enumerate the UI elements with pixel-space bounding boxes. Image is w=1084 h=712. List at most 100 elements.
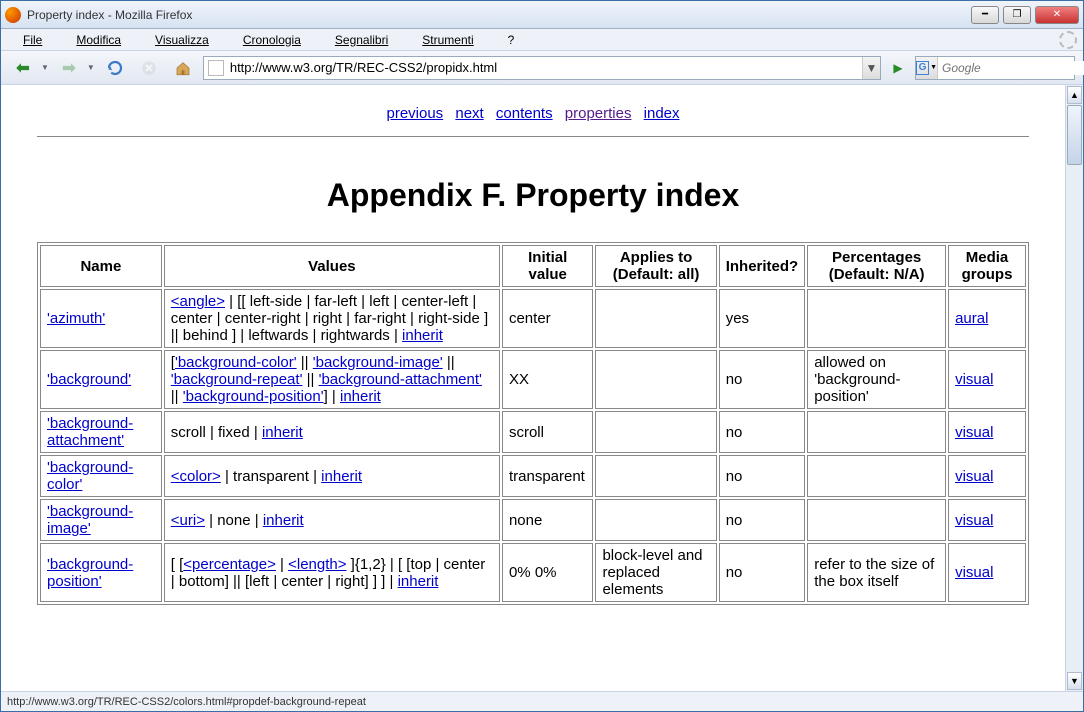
table-header-0: Name — [40, 245, 162, 287]
inherited-cell: no — [719, 499, 806, 541]
site-identity-icon[interactable] — [208, 60, 224, 76]
back-button[interactable]: ⬅ — [9, 54, 37, 82]
value-link[interactable]: 'background-color' — [175, 354, 297, 371]
table-header-4: Inherited? — [719, 245, 806, 287]
value-link[interactable]: inherit — [321, 468, 362, 485]
url-dropdown[interactable]: ▼ — [862, 57, 880, 79]
menu-segnalibri[interactable]: Segnalibri — [319, 31, 404, 49]
table-row: 'background' ['background-color' || 'back… — [40, 350, 1026, 409]
link-previous[interactable]: previous — [386, 105, 443, 122]
value-link[interactable]: 'background-attachment' — [319, 371, 482, 388]
media-link[interactable]: visual — [955, 371, 993, 388]
value-link[interactable]: inherit — [262, 424, 303, 441]
window-controls: ━ ❐ ✕ — [971, 6, 1079, 24]
reload-button[interactable] — [101, 54, 129, 82]
forward-button: ➡ — [55, 54, 83, 82]
value-link[interactable]: 'background-image' — [313, 354, 443, 371]
value-link[interactable]: inherit — [402, 327, 443, 344]
menu-help[interactable]: ? — [492, 31, 531, 49]
link-index[interactable]: index — [644, 105, 680, 122]
value-link[interactable]: <length> — [288, 556, 346, 573]
value-link[interactable]: <percentage> — [183, 556, 276, 573]
percentages-cell — [807, 411, 946, 453]
browser-window: Property index - Mozilla Firefox ━ ❐ ✕ F… — [0, 0, 1084, 712]
applies-cell — [595, 455, 716, 497]
link-next[interactable]: next — [455, 105, 483, 122]
inherited-cell: yes — [719, 289, 806, 348]
values-cell: <uri> | none | inherit — [164, 499, 500, 541]
initial-cell: 0% 0% — [502, 543, 594, 602]
value-link[interactable]: <uri> — [171, 512, 205, 529]
scroll-thumb[interactable] — [1067, 105, 1082, 165]
value-link[interactable]: inherit — [340, 388, 381, 405]
table-body: 'azimuth'<angle> | [[ left-side | far-le… — [40, 289, 1026, 602]
nav-toolbar: ⬅ ▼ ➡ ▼ ▼ ▶ G▼ — [1, 51, 1083, 85]
value-link[interactable]: 'background-repeat' — [171, 371, 303, 388]
search-input[interactable] — [938, 61, 1084, 75]
link-properties[interactable]: properties — [565, 105, 632, 122]
value-link[interactable]: <angle> — [171, 293, 225, 310]
percentages-cell — [807, 289, 946, 348]
url-input[interactable] — [228, 57, 862, 79]
go-button[interactable]: ▶ — [887, 57, 909, 79]
table-header-5: Percentages(Default: N/A) — [807, 245, 946, 287]
stop-button — [135, 54, 163, 82]
inherited-cell: no — [719, 350, 806, 409]
table-row: 'background-image' <uri> | none | inherit… — [40, 499, 1026, 541]
maximize-button[interactable]: ❐ — [1003, 6, 1031, 24]
property-name-link[interactable]: 'azimuth' — [47, 310, 105, 327]
value-link[interactable]: inherit — [263, 512, 304, 529]
value-link[interactable]: 'background-position' — [183, 388, 324, 405]
menu-file[interactable]: File — [7, 31, 58, 49]
property-name-link[interactable]: 'background' — [47, 371, 131, 388]
percentages-cell — [807, 455, 946, 497]
minimize-button[interactable]: ━ — [971, 6, 999, 24]
values-cell: [ [<percentage> | <length> ]{1,2} | [ [t… — [164, 543, 500, 602]
status-text: http://www.w3.org/TR/REC-CSS2/colors.htm… — [7, 696, 366, 708]
home-button[interactable] — [169, 54, 197, 82]
value-link[interactable]: <color> — [171, 468, 221, 485]
scroll-down-button[interactable]: ▼ — [1067, 672, 1082, 690]
property-name-link[interactable]: 'background-color' — [47, 459, 133, 493]
link-contents[interactable]: contents — [496, 105, 553, 122]
property-name-link[interactable]: 'background-attachment' — [47, 415, 133, 449]
table-header-row: NameValuesInitial valueApplies to(Defaul… — [40, 245, 1026, 287]
scroll-track[interactable] — [1066, 105, 1083, 671]
media-link[interactable]: visual — [955, 512, 993, 529]
inherited-cell: no — [719, 411, 806, 453]
inherited-cell: no — [719, 455, 806, 497]
firefox-icon — [5, 7, 21, 23]
forward-dropdown[interactable]: ▼ — [87, 63, 95, 72]
percentages-cell: allowed on 'background-position' — [807, 350, 946, 409]
applies-cell — [595, 411, 716, 453]
menu-cronologia[interactable]: Cronologia — [227, 31, 317, 49]
url-bar[interactable]: ▼ — [203, 56, 881, 80]
search-bar[interactable]: G▼ — [915, 56, 1075, 80]
menu-strumenti[interactable]: Strumenti — [406, 31, 489, 49]
close-button[interactable]: ✕ — [1035, 6, 1079, 24]
page-nav-links: previous next contents properties index — [37, 97, 1029, 136]
divider — [37, 136, 1029, 137]
values-cell: ['background-color' || 'background-image… — [164, 350, 500, 409]
media-link[interactable]: visual — [955, 424, 993, 441]
property-name-link[interactable]: 'background-position' — [47, 556, 133, 590]
applies-cell — [595, 350, 716, 409]
menubar: File Modifica Visualizza Cronologia Segn… — [1, 29, 1083, 51]
media-link[interactable]: visual — [955, 564, 993, 581]
back-dropdown[interactable]: ▼ — [41, 63, 49, 72]
search-engine-selector[interactable]: G▼ — [916, 57, 938, 79]
property-name-link[interactable]: 'background-image' — [47, 503, 133, 537]
window-title: Property index - Mozilla Firefox — [27, 8, 971, 22]
scroll-up-button[interactable]: ▲ — [1067, 86, 1082, 104]
value-link[interactable]: inherit — [398, 573, 439, 590]
media-link[interactable]: aural — [955, 310, 988, 327]
values-cell: <color> | transparent | inherit — [164, 455, 500, 497]
menu-visualizza[interactable]: Visualizza — [139, 31, 225, 49]
vertical-scrollbar[interactable]: ▲ ▼ — [1065, 85, 1083, 691]
table-row: 'azimuth'<angle> | [[ left-side | far-le… — [40, 289, 1026, 348]
menu-modifica[interactable]: Modifica — [60, 31, 137, 49]
media-link[interactable]: visual — [955, 468, 993, 485]
inherited-cell: no — [719, 543, 806, 602]
applies-cell — [595, 499, 716, 541]
titlebar[interactable]: Property index - Mozilla Firefox ━ ❐ ✕ — [1, 1, 1083, 29]
